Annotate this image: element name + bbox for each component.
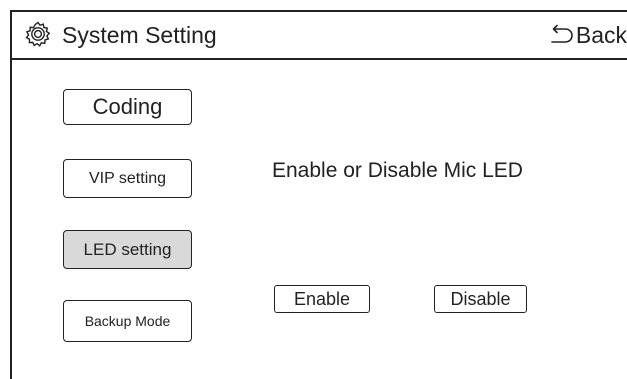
sidebar-item-label: LED setting — [83, 239, 172, 259]
disable-button[interactable]: Disable — [434, 285, 527, 313]
enable-button[interactable]: Enable — [274, 285, 370, 313]
sidebar-item-backup-mode[interactable]: Backup Mode — [63, 300, 192, 342]
back-button[interactable]: Back — [548, 21, 627, 49]
sidebar-item-label: Coding — [92, 94, 163, 119]
header-bar: System Setting Back — [10, 10, 627, 60]
setting-prompt: Enable or Disable Mic LED — [272, 159, 523, 182]
sidebar-item-vip-setting[interactable]: VIP setting — [63, 159, 192, 198]
sidebar-item-led-setting[interactable]: LED setting — [63, 230, 192, 269]
disable-button-label: Disable — [450, 288, 511, 309]
page-title: System Setting — [62, 22, 217, 48]
gear-icon — [25, 21, 51, 47]
sidebar-item-label: Backup Mode — [84, 313, 171, 329]
sidebar-item-label: VIP setting — [88, 169, 167, 187]
return-arrow-icon — [551, 24, 573, 43]
enable-button-label: Enable — [293, 288, 351, 309]
sidebar-item-coding[interactable]: Coding — [63, 89, 192, 125]
back-label: Back — [575, 22, 627, 48]
